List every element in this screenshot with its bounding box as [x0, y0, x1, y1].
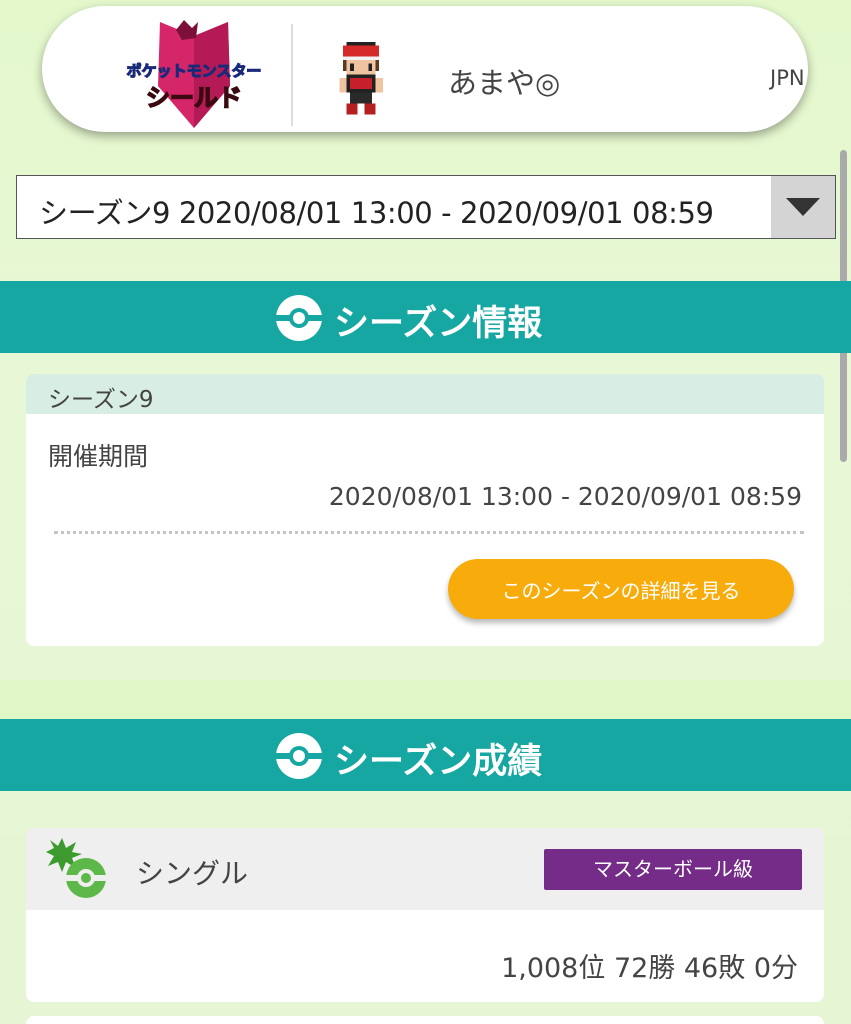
season-results-title: シーズン成績	[334, 742, 543, 782]
single-battle-icon	[46, 838, 106, 898]
season-select-value: シーズン9 2020/08/01 13:00 - 2020/09/01 08:5…	[39, 196, 714, 230]
battle-type-label: シングル	[136, 857, 249, 890]
dotted-divider	[54, 531, 804, 534]
pokemon-shield-logo: ポケットモンスター シールド	[126, 20, 262, 128]
season-name: シーズン9	[48, 387, 154, 413]
player-region: JPN	[770, 66, 805, 90]
pokeball-icon	[276, 733, 322, 779]
player-name: あまや◎	[448, 66, 561, 100]
rank-badge: マスターボール級	[544, 849, 802, 890]
next-result-panel	[26, 1016, 824, 1024]
chevron-down-icon	[786, 198, 820, 216]
season-info-header: シーズン情報	[0, 281, 851, 353]
single-battle-result-panel: シングル マスターボール級 1,008位 72勝 46敗 0分	[26, 828, 824, 1002]
pokeball-icon	[276, 295, 322, 341]
trainer-avatar	[339, 41, 383, 115]
single-battle-head: シングル マスターボール級	[26, 828, 824, 910]
period-value: 2020/08/01 13:00 - 2020/09/01 08:59	[328, 482, 802, 511]
season-select[interactable]: シーズン9 2020/08/01 13:00 - 2020/09/01 08:5…	[16, 175, 836, 239]
trainer-profile-card: ポケットモンスター シールド あまや◎ JPN	[42, 6, 808, 132]
season-results-header: シーズン成績	[0, 719, 851, 791]
battle-record: 1,008位 72勝 46敗 0分	[501, 953, 798, 984]
logo-line2-text: シールド	[146, 84, 242, 112]
season-info-title: シーズン情報	[334, 304, 543, 344]
season-name-bar: シーズン9	[26, 374, 824, 414]
season-detail-button[interactable]: このシーズンの詳細を見る	[448, 559, 794, 619]
season-select-toggle[interactable]	[771, 176, 835, 238]
card-divider	[291, 24, 293, 126]
period-label: 開催期間	[48, 442, 149, 471]
season-info-panel: シーズン9 開催期間 2020/08/01 13:00 - 2020/09/01…	[26, 374, 824, 646]
section-spacer	[0, 680, 851, 720]
logo-line1-text: ポケットモンスター	[127, 62, 262, 80]
rank-badge-label: マスターボール級	[593, 857, 753, 881]
